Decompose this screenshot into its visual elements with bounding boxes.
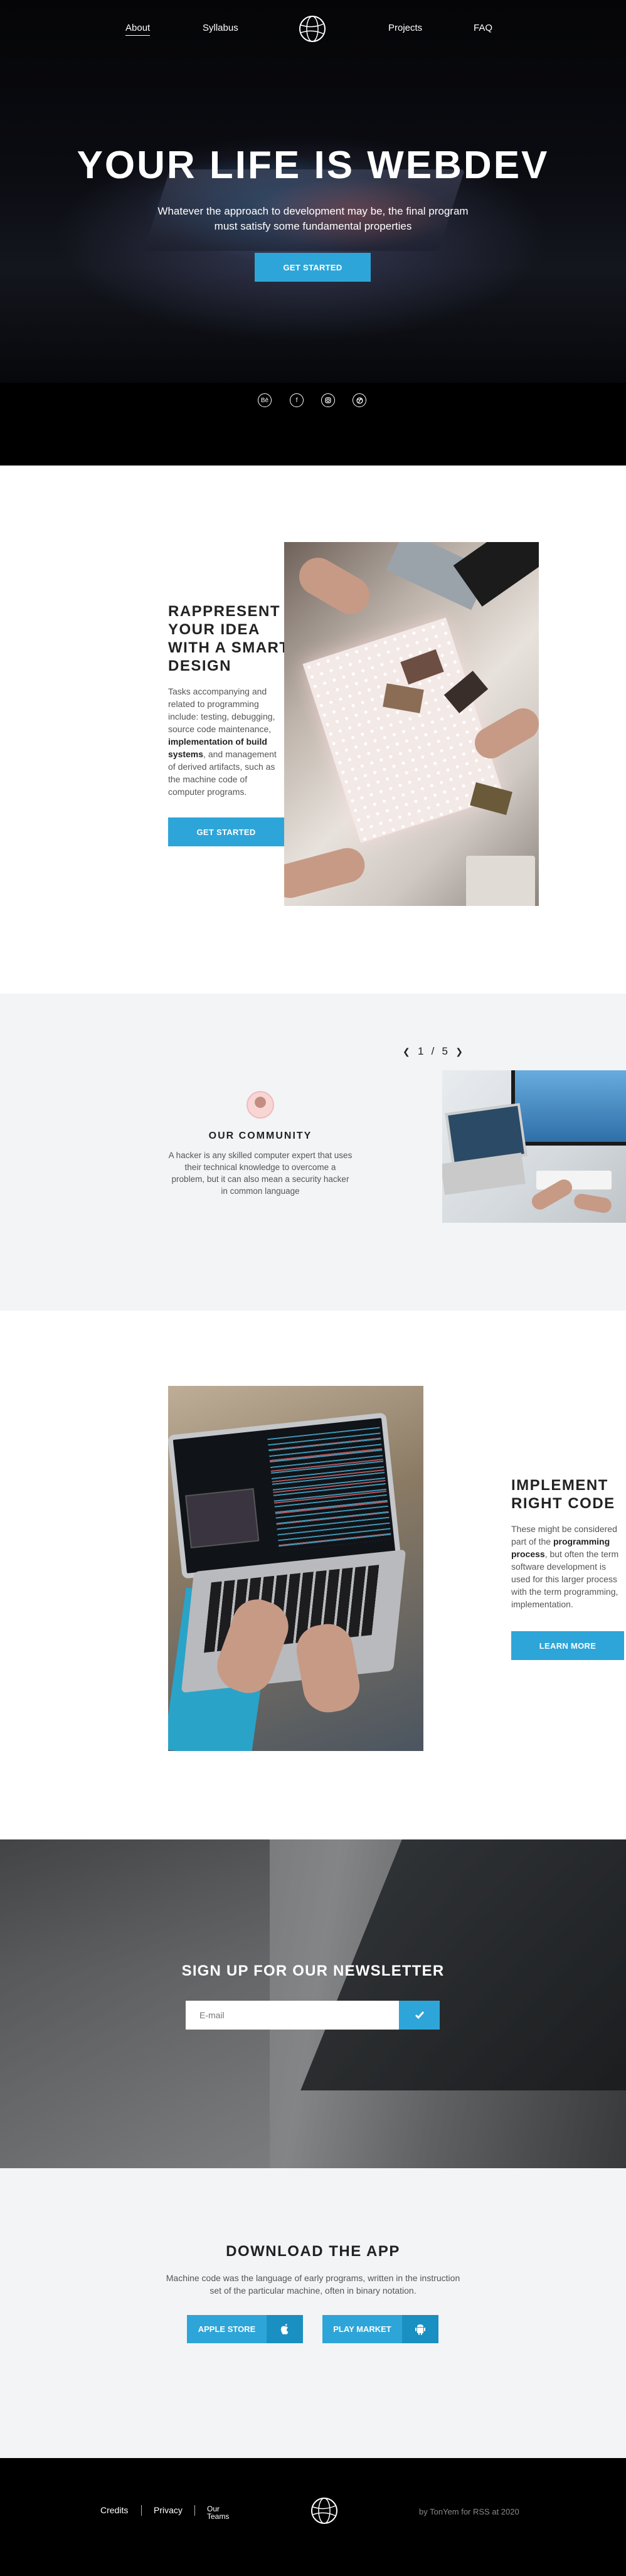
check-icon [415, 2011, 424, 2020]
pager-current: 1 [417, 1045, 424, 1057]
chevron-left-icon[interactable]: ❮ [403, 1046, 410, 1057]
play-market-button[interactable]: PLAY MARKET [322, 2315, 438, 2343]
feature1-text: Tasks accompanying and related to progra… [168, 685, 281, 798]
learn-more-button[interactable]: LEARN MORE [511, 1631, 624, 1660]
coding-laptop-photo [168, 1386, 423, 1751]
feature1-text-a: Tasks accompanying and related to progra… [168, 686, 275, 734]
dribbble-icon[interactable] [353, 393, 366, 407]
footer-credits-link[interactable]: Credits [100, 2505, 128, 2515]
email-field[interactable] [186, 2001, 399, 2030]
feature2-text: These might be considered part of the pr… [511, 1523, 621, 1610]
apple-store-label: APPLE STORE [187, 2315, 267, 2343]
nav-about[interactable]: About [125, 23, 151, 36]
footer-divider [194, 2505, 195, 2516]
laptop-desk-photo [442, 1070, 626, 1223]
instagram-icon[interactable] [321, 393, 335, 407]
globe-logo-icon[interactable] [309, 2496, 339, 2526]
nav-faq[interactable]: FAQ [474, 23, 492, 33]
facebook-icon[interactable]: f [290, 393, 304, 407]
slider-pager: ❮ 1 / 5 ❯ [403, 1044, 463, 1059]
app-title: DOWNLOAD THE APP [226, 2243, 400, 2260]
pager-total: 5 [442, 1045, 448, 1057]
community-title: OUR COMMUNITY [208, 1131, 312, 1141]
footer-copyright: by TonYem for RSS at 2020 [419, 2507, 519, 2516]
community-text: A hacker is any skilled computer expert … [168, 1151, 353, 1196]
main-nav: About Syllabus Projects FAQ [0, 0, 626, 59]
hero-get-started-button[interactable]: GET STARTED [255, 253, 371, 282]
footer-our-teams-link[interactable]: Our Teams [207, 2505, 229, 2520]
design-team-photo [284, 542, 539, 906]
app-text: Machine code was the language of early p… [166, 2273, 460, 2296]
play-market-label: PLAY MARKET [322, 2315, 402, 2343]
avatar [247, 1091, 274, 1119]
hero-subtitle: Whatever the approach to development may… [157, 205, 469, 232]
footer-privacy-link[interactable]: Privacy [154, 2505, 183, 2515]
pager-separator: / [431, 1045, 435, 1057]
android-icon [402, 2315, 438, 2343]
apple-icon [267, 2315, 303, 2343]
footer-divider [141, 2505, 142, 2516]
hero-title: YOUR LIFE IS WEBDEV [77, 144, 549, 187]
feature2-title: IMPLEMENT RIGHT CODE [511, 1477, 615, 1512]
page: About Syllabus Projects FAQ YOUR LIFE IS… [0, 0, 626, 2576]
nav-projects[interactable]: Projects [388, 23, 422, 33]
chevron-right-icon[interactable]: ❯ [455, 1046, 463, 1057]
apple-store-button[interactable]: APPLE STORE [187, 2315, 303, 2343]
feature1-title: RAPPRESENT YOUR IDEA WITH A SMART DESIGN [168, 603, 290, 674]
globe-logo-icon[interactable] [297, 14, 327, 44]
newsletter-title: SIGN UP FOR OUR NEWSLETTER [181, 1962, 445, 1979]
subscribe-button[interactable] [399, 2001, 440, 2030]
lightbox-shape [302, 617, 504, 843]
behance-icon[interactable]: Bē [258, 393, 272, 407]
nav-syllabus[interactable]: Syllabus [203, 23, 238, 33]
feature1-get-started-button[interactable]: GET STARTED [168, 817, 284, 846]
hero-section: About Syllabus Projects FAQ YOUR LIFE IS… [0, 0, 626, 466]
footer-teams: Teams [207, 2512, 230, 2521]
download-app-section [0, 2168, 626, 2458]
